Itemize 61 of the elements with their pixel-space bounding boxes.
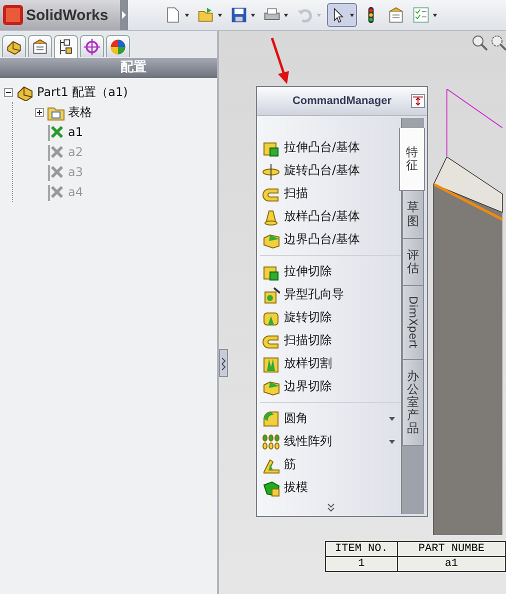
logo-icon	[3, 5, 23, 25]
command-item[interactable]: 边界切除	[284, 378, 332, 395]
hole-icon[interactable]	[262, 286, 280, 304]
panel-title: CommandManager	[292, 95, 392, 107]
tree-item[interactable]: Part1 配置（a1)	[37, 84, 128, 100]
caret-icon[interactable]	[250, 12, 256, 18]
zoom-icon[interactable]	[491, 35, 506, 51]
pattern-icon[interactable]	[262, 432, 280, 450]
toolbar-button[interactable]	[327, 3, 357, 27]
table-cell: 1	[326, 556, 398, 572]
dropdown-icon[interactable]	[389, 440, 395, 444]
expand-toggle[interactable]	[35, 108, 44, 116]
configuration-icon	[47, 123, 65, 141]
tree-item[interactable]: 表格	[68, 104, 92, 120]
panel-title: 配置	[0, 58, 217, 78]
command-item[interactable]: 旋转凸台/基体	[284, 162, 360, 179]
vertical-tab[interactable]: DimXpert	[402, 286, 424, 360]
dropdown-icon[interactable]	[389, 416, 395, 420]
command-item[interactable]: 放样切割	[284, 355, 332, 372]
loft-icon[interactable]	[262, 208, 280, 226]
command-item[interactable]: 圆角	[284, 410, 308, 427]
configuration-icon	[47, 163, 65, 181]
tree-item[interactable]: a1	[68, 125, 83, 139]
checklist-icon[interactable]	[412, 6, 430, 24]
splitter-handle[interactable]	[219, 349, 228, 377]
draft-icon[interactable]	[262, 478, 280, 496]
new-document-icon[interactable]	[164, 6, 182, 24]
command-item[interactable]: 拔模	[284, 479, 308, 496]
revolve-icon[interactable]	[262, 162, 280, 180]
vertical-tab[interactable]: 特征	[399, 128, 425, 192]
arrow-icon	[269, 36, 291, 86]
command-item[interactable]: 旋转切除	[284, 309, 332, 326]
command-item[interactable]: 线性阵列	[284, 433, 332, 450]
pin-icon[interactable]	[411, 94, 425, 108]
command-item[interactable]: 扫描	[284, 185, 308, 202]
column-header: ITEM NO.	[326, 542, 398, 556]
command-item[interactable]: 放样凸台/基体	[284, 208, 360, 225]
command-item[interactable]: 拉伸切除	[284, 263, 332, 280]
configuration-icon	[47, 143, 65, 161]
command-item[interactable]: 筋	[284, 456, 296, 473]
caret-icon[interactable]	[349, 12, 355, 18]
zoom-icon[interactable]	[472, 35, 488, 51]
collapse-toggle[interactable]	[4, 88, 13, 96]
vertical-tab[interactable]: 草图	[402, 191, 424, 239]
caret-icon[interactable]	[432, 12, 438, 18]
vertical-tab[interactable]: 评估	[402, 238, 424, 286]
column-header: PART NUMBE	[397, 542, 506, 556]
command-item[interactable]: 异型孔向导	[284, 286, 344, 303]
configuration-icon	[47, 183, 65, 201]
caret-icon[interactable]	[217, 12, 223, 18]
vertical-tab[interactable]: 办公室产品	[402, 360, 424, 446]
app-title: SolidWorks	[26, 6, 108, 24]
table-cell: a1	[397, 556, 506, 572]
command-item[interactable]: 拉伸凸台/基体	[284, 139, 360, 156]
command-item[interactable]: 扫描切除	[284, 332, 332, 349]
command-item[interactable]: 边界凸台/基体	[284, 231, 360, 248]
more-chevron-icon[interactable]	[326, 503, 334, 512]
caret-icon[interactable]	[283, 12, 289, 18]
caret-icon[interactable]	[184, 12, 190, 18]
loft-cut-icon[interactable]	[262, 354, 280, 372]
fillet-icon[interactable]	[262, 410, 280, 428]
